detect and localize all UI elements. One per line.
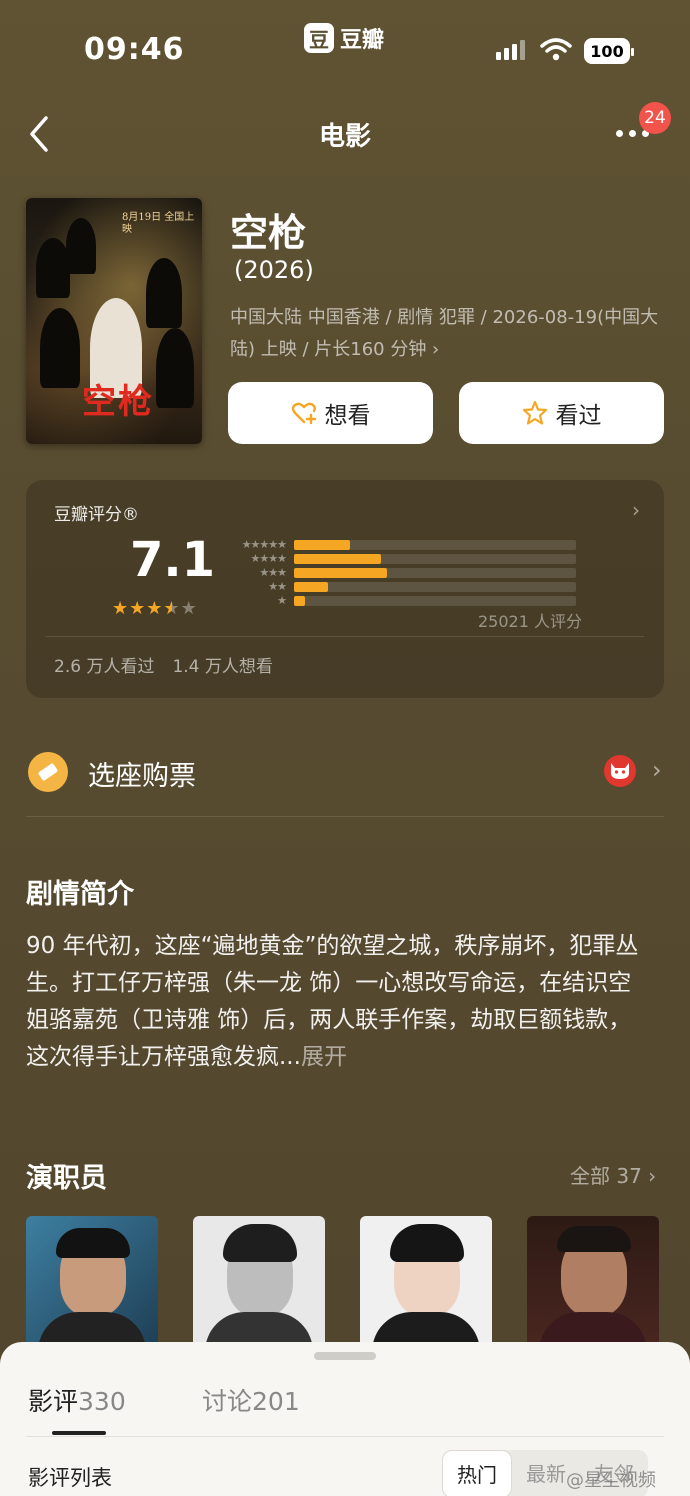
rating-count: 25021 人评分 — [478, 612, 582, 631]
expand-link[interactable]: 展开 — [301, 1044, 347, 1070]
want-to-watch-button[interactable]: 想看 — [228, 382, 433, 444]
page-title: 电影 — [318, 122, 371, 152]
distribution-fill — [294, 554, 382, 564]
buy-tickets-link[interactable]: 选座购票 — [88, 754, 196, 793]
star-half-icon: ★ — [163, 598, 181, 619]
distribution-row: ★★★ — [224, 566, 576, 580]
distribution-stars: ★★★★★ — [241, 538, 287, 551]
distribution-fill — [294, 582, 328, 592]
chevron-right-icon[interactable]: › — [652, 756, 662, 784]
divider — [46, 636, 644, 637]
distribution-fill — [294, 568, 388, 578]
distribution-bar — [294, 540, 576, 550]
sort-hot[interactable]: 热门 — [442, 1450, 512, 1496]
distribution-row: ★★★★ — [224, 552, 576, 566]
distribution-fill — [294, 596, 306, 606]
sheet-grabber[interactable] — [314, 1352, 376, 1360]
distribution-fill — [294, 540, 351, 550]
battery-icon: 100 — [584, 38, 634, 64]
cellular-signal-icon — [496, 40, 525, 60]
cast-photo[interactable] — [360, 1216, 492, 1346]
distribution-row: ★★★★★ — [224, 538, 576, 552]
watched-button[interactable]: 看过 — [459, 382, 664, 444]
app-indicator: 豆 豆瓣 — [304, 22, 384, 54]
maoyan-cat-icon — [604, 755, 636, 787]
distribution-stars: ★★★ — [259, 566, 287, 579]
rating-distribution: ★★★★★ ★★★★ ★★★ ★★ ★ — [224, 538, 576, 608]
movie-poster[interactable]: 8月19日 全国上映 空枪 — [26, 198, 202, 444]
synopsis-title: 剧情简介 — [26, 879, 134, 910]
cast-photo[interactable] — [26, 1216, 158, 1346]
distribution-bar — [294, 554, 576, 564]
star-empty-icon: ★ — [180, 598, 198, 619]
movie-title: 空枪 — [230, 211, 307, 255]
star-full-icon: ★ — [146, 598, 164, 619]
rating-stats: 2.6 万人看过 1.4 万人想看 — [54, 652, 273, 677]
reviews-sheet[interactable]: 影评330 讨论201 影评列表 热门 最新 友邻 @星尘视频 — [0, 1342, 690, 1496]
seen-count[interactable]: 2.6 万人看过 — [54, 652, 154, 677]
wifi-icon — [540, 38, 572, 61]
watermark: @星尘视频 — [566, 1470, 656, 1491]
distribution-stars: ★★ — [268, 580, 287, 593]
rating-card[interactable]: 豆瓣评分® › 7.1 ★★★★★ ★★★★★ ★★★★ ★★★ ★★ ★ 25021 … — [26, 480, 664, 698]
star-outline-icon — [522, 400, 547, 425]
tab-reviews-label: 影评 — [28, 1387, 79, 1416]
status-time: 09:46 — [84, 32, 185, 67]
seen-label: 看过 — [555, 403, 602, 429]
distribution-row: ★★ — [224, 580, 576, 594]
divider — [26, 1436, 664, 1437]
ticket-icon[interactable] — [28, 752, 68, 792]
divider — [26, 816, 664, 817]
distribution-bar — [294, 568, 576, 578]
tab-discuss-count: 201 — [252, 1387, 300, 1416]
poster-title: 空枪 — [82, 382, 154, 422]
synopsis-text: 90 年代初，这座“遍地黄金”的欲望之城，秩序崩坏，犯罪丛生。打工仔万梓强（朱一… — [26, 928, 642, 1076]
distribution-stars: ★★★★ — [250, 552, 287, 565]
distribution-bar — [294, 582, 576, 592]
tab-reviews[interactable]: 影评330 — [28, 1382, 126, 1418]
douban-logo-icon: 豆 — [304, 23, 334, 53]
distribution-bar — [294, 596, 576, 606]
rating-label: 豆瓣评分® — [54, 505, 139, 525]
rating-stars: ★★★★★ — [112, 598, 198, 619]
tab-discuss-label: 讨论 — [202, 1387, 253, 1416]
distribution-stars: ★ — [277, 594, 287, 607]
cast-photo[interactable] — [193, 1216, 325, 1346]
review-list-label: 影评列表 — [28, 1466, 112, 1490]
status-bar: 09:46 豆 豆瓣 100 — [0, 0, 690, 100]
cast-photo[interactable] — [527, 1216, 659, 1346]
rating-score: 7.1 — [130, 532, 216, 588]
movie-year: (2026) — [234, 256, 314, 284]
poster-release-date: 8月19日 全国上映 — [122, 212, 195, 235]
want-count[interactable]: 1.4 万人想看 — [172, 652, 272, 677]
heart-plus-icon — [291, 402, 316, 425]
chevron-right-icon: › — [632, 498, 640, 522]
star-full-icon: ★ — [112, 598, 130, 619]
want-label: 想看 — [324, 403, 371, 429]
star-full-icon: ★ — [129, 598, 147, 619]
movie-meta[interactable]: 中国大陆 中国香港 / 剧情 犯罪 / 2026-08-19(中国大陆) 上映 … — [230, 302, 670, 366]
cast-title: 演职员 — [26, 1163, 107, 1194]
distribution-row: ★ — [224, 594, 576, 608]
app-name: 豆瓣 — [340, 28, 385, 53]
tab-reviews-count: 330 — [78, 1387, 126, 1416]
notification-badge: 24 — [639, 102, 671, 134]
active-tab-indicator — [52, 1431, 106, 1435]
cast-all-link[interactable]: 全部 37 › — [570, 1160, 656, 1189]
tab-discussions[interactable]: 讨论201 — [202, 1382, 300, 1418]
